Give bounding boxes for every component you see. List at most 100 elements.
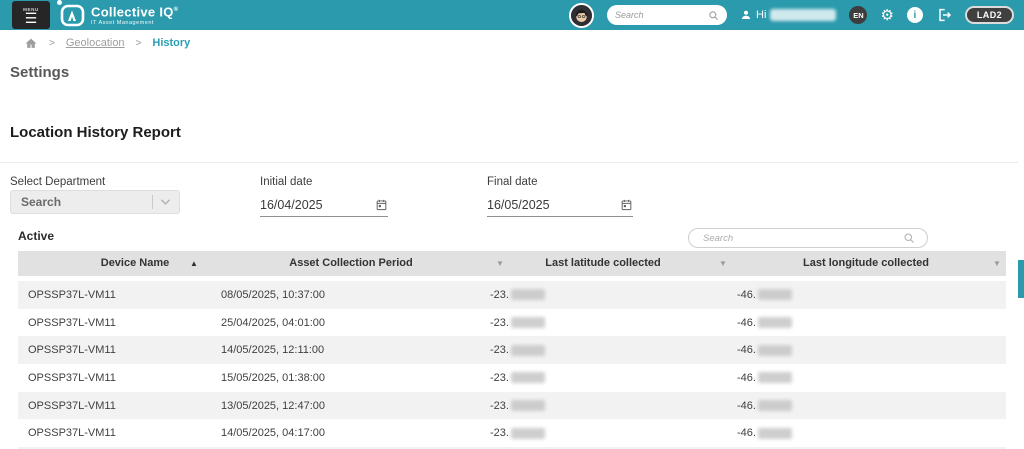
column-header-device-name[interactable]: Device Name <box>101 251 170 276</box>
sort-descending-icon[interactable]: ▼ <box>719 251 727 276</box>
cell-latitude: -23. <box>490 289 545 301</box>
column-header-last-latitude[interactable]: Last latitude collected <box>545 251 661 276</box>
breadcrumb-separator: > <box>49 37 55 49</box>
search-icon <box>708 10 719 21</box>
department-label: Select Department <box>10 176 106 188</box>
cell-device-name: OPSSP37L-VM11 <box>28 427 116 440</box>
sort-ascending-icon[interactable]: ▲ <box>190 251 198 276</box>
breadcrumb-separator: > <box>135 37 142 49</box>
cell-device-name: OPSSP37L-VM11 <box>28 399 116 412</box>
brand-tagline: IT Asset Management <box>91 19 154 26</box>
cell-collection-period: 25/04/2025, 04:01:00 <box>221 316 325 329</box>
person-icon <box>740 9 752 21</box>
report-title: Location History Report <box>10 124 181 141</box>
cell-device-name: OPSSP37L-VM11 <box>28 344 116 357</box>
cell-latitude: -23. <box>490 372 545 384</box>
topbar-right-cluster: Search Hi EN ⚙ i LAD2 <box>569 2 1024 28</box>
latitude-redacted <box>510 400 545 412</box>
cell-latitude: -23. <box>490 427 545 439</box>
cell-collection-period: 15/05/2025, 01:38:00 <box>221 371 325 384</box>
language-badge[interactable]: EN <box>849 6 868 24</box>
calendar-icon[interactable] <box>375 198 388 212</box>
table-search-input[interactable]: Search <box>688 228 928 248</box>
scrollbar-thumb[interactable] <box>1018 260 1024 298</box>
longitude-redacted <box>757 289 792 301</box>
column-header-last-longitude[interactable]: Last longitude collected <box>803 251 929 276</box>
cell-device-name: OPSSP37L-VM11 <box>28 371 116 384</box>
table-row[interactable]: OPSSP37L-VM11 08/05/2025, 10:37:00 -23. … <box>18 281 1006 309</box>
settings-gear-icon[interactable]: ⚙ <box>880 8 893 23</box>
cell-collection-period: 14/05/2025, 12:11:00 <box>221 344 325 357</box>
table-header-row: Device Name ▲ Asset Collection Period ▼ … <box>18 251 1006 276</box>
latitude-redacted <box>510 427 545 439</box>
cell-longitude: -46. <box>737 289 792 301</box>
cell-collection-period: 13/05/2025, 12:47:00 <box>221 399 325 412</box>
cell-device-name: OPSSP37L-VM11 <box>28 288 116 301</box>
sort-descending-icon[interactable]: ▼ <box>496 251 504 276</box>
info-icon[interactable]: i <box>906 7 923 23</box>
cell-collection-period: 08/05/2025, 10:37:00 <box>221 288 325 301</box>
user-avatar[interactable] <box>569 2 595 28</box>
longitude-redacted <box>757 400 792 412</box>
calendar-icon[interactable] <box>620 198 633 212</box>
latitude-redacted <box>510 317 545 329</box>
app-window: MENU ☰ Collective IQ® IT Asset Managemen… <box>0 0 1024 449</box>
user-greeting: Hi <box>756 9 767 21</box>
scrollbar-track[interactable] <box>1018 30 1024 449</box>
column-header-collection-period[interactable]: Asset Collection Period <box>289 251 412 276</box>
cell-latitude: -23. <box>490 317 545 329</box>
department-select-value: Search <box>21 195 62 209</box>
logout-icon[interactable] <box>936 7 952 23</box>
initial-date-label: Initial date <box>260 176 313 188</box>
breadcrumb-geolocation-link[interactable]: Geolocation <box>66 37 125 49</box>
table-row[interactable]: OPSSP37L-VM11 14/05/2025, 04:17:00 -23. … <box>18 420 1006 448</box>
status-badge: Active <box>18 229 55 243</box>
final-date-label: Final date <box>487 176 538 188</box>
breadcrumb: > Geolocation > History <box>0 30 1024 56</box>
table-search-placeholder: Search <box>703 232 734 244</box>
latitude-redacted <box>510 344 545 356</box>
longitude-redacted <box>757 344 792 356</box>
final-date-input[interactable]: 16/05/2025 <box>487 193 633 217</box>
table-row[interactable]: OPSSP37L-VM11 25/04/2025, 04:01:00 -23. … <box>18 309 1006 337</box>
cell-latitude: -23. <box>490 400 545 412</box>
section-divider <box>0 162 1024 163</box>
top-navigation-bar: MENU ☰ Collective IQ® IT Asset Managemen… <box>0 0 1024 30</box>
cell-device-name: OPSSP37L-VM11 <box>28 316 116 329</box>
sort-descending-icon[interactable]: ▼ <box>993 251 1001 276</box>
registered-mark: ® <box>173 7 179 14</box>
global-search-input[interactable]: Search <box>607 5 728 25</box>
longitude-redacted <box>757 317 792 329</box>
longitude-redacted <box>757 427 792 439</box>
cell-latitude: -23. <box>490 344 545 356</box>
search-icon <box>903 232 915 244</box>
cell-collection-period: 14/05/2025, 04:17:00 <box>221 427 325 440</box>
cell-longitude: -46. <box>737 400 792 412</box>
cell-longitude: -46. <box>737 427 792 439</box>
cell-longitude: -46. <box>737 372 792 384</box>
initial-date-value: 16/04/2025 <box>260 197 323 212</box>
initial-date-input[interactable]: 16/04/2025 <box>260 193 388 217</box>
environment-badge[interactable]: LAD2 <box>964 6 1014 24</box>
cell-longitude: -46. <box>737 317 792 329</box>
home-icon[interactable] <box>24 37 38 50</box>
latitude-redacted <box>510 372 545 384</box>
global-search-placeholder: Search <box>615 10 644 20</box>
user-menu[interactable]: Hi <box>740 9 837 21</box>
department-select[interactable]: Search <box>10 190 180 214</box>
table-row[interactable]: OPSSP37L-VM11 14/05/2025, 12:11:00 -23. … <box>18 336 1006 365</box>
chevron-down-icon[interactable] <box>160 198 171 206</box>
brand-name: Collective IQ® <box>91 4 179 20</box>
cell-longitude: -46. <box>737 344 792 356</box>
menu-button[interactable]: MENU ☰ <box>12 1 50 29</box>
final-date-value: 16/05/2025 <box>487 197 550 212</box>
user-name-redacted <box>770 9 837 21</box>
brand-logo[interactable]: Collective IQ® IT Asset Management <box>57 0 179 27</box>
table-row[interactable]: OPSSP37L-VM11 13/05/2025, 12:47:00 -23. … <box>18 391 1006 420</box>
breadcrumb-current-page: History <box>152 37 191 49</box>
select-divider <box>152 195 153 209</box>
table-row[interactable]: OPSSP37L-VM11 15/05/2025, 01:38:00 -23. … <box>18 364 1006 392</box>
longitude-redacted <box>757 372 792 384</box>
hamburger-icon: ☰ <box>24 9 38 26</box>
page-title: Settings <box>10 64 70 81</box>
